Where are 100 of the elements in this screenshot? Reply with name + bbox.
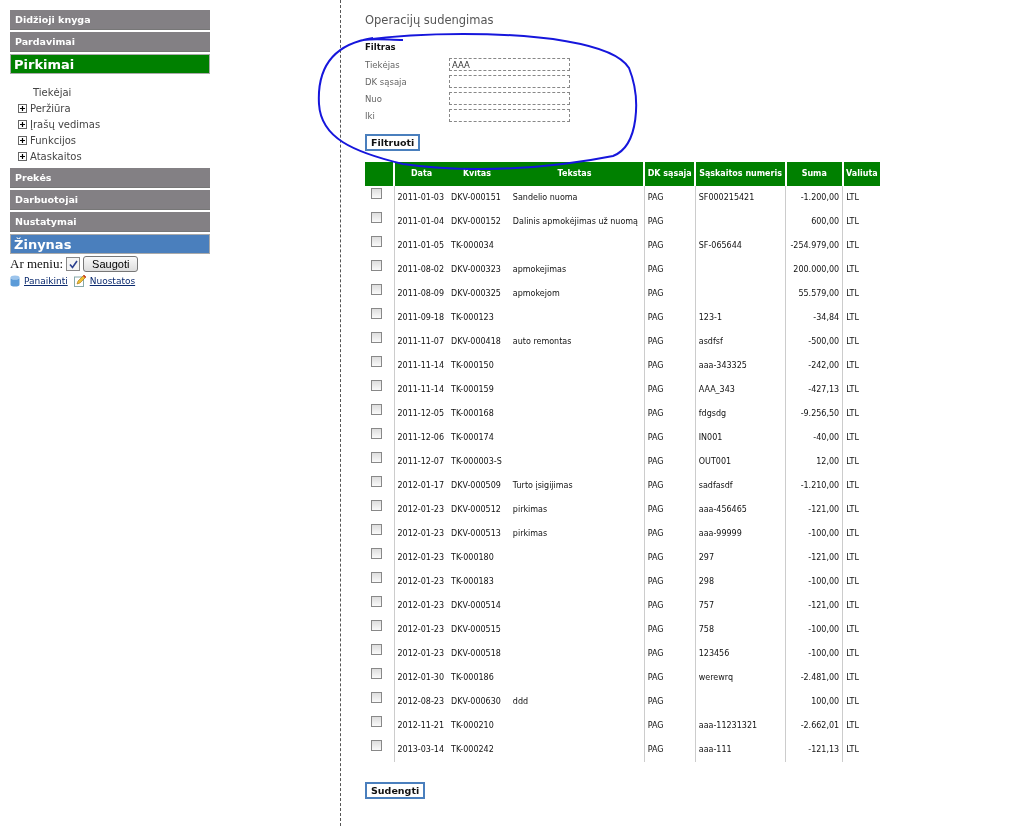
table-cell: LTL bbox=[846, 745, 859, 754]
field-label: Nuo bbox=[365, 93, 383, 104]
row-checkbox[interactable] bbox=[371, 644, 382, 655]
table-cell: 2011-12-07 bbox=[397, 457, 444, 466]
table-cell: PAG bbox=[647, 529, 664, 538]
table-cell: -121,00 bbox=[808, 553, 840, 562]
table-cell: 2012-01-23 bbox=[397, 649, 444, 658]
table-cell: LTL bbox=[846, 241, 859, 250]
table-cell: asdfsf bbox=[698, 337, 723, 346]
table-cell: DKV-000512 bbox=[451, 505, 501, 514]
row-checkbox[interactable] bbox=[371, 356, 382, 367]
merge-button[interactable]: Sudengti bbox=[365, 782, 426, 799]
table-cell: apmokejimas bbox=[512, 265, 567, 274]
row-checkbox[interactable] bbox=[371, 380, 382, 391]
table-cell: PAG bbox=[647, 313, 664, 322]
table-cell: LTL bbox=[846, 457, 859, 466]
table-cell: LTL bbox=[846, 217, 859, 226]
filter-title: Filtras bbox=[365, 42, 397, 52]
table-cell: ddd bbox=[512, 697, 529, 706]
table-cell: -1.200,00 bbox=[800, 193, 840, 202]
table-cell: TK-000180 bbox=[451, 553, 494, 562]
menu-item[interactable]: Žinynas bbox=[10, 234, 210, 254]
link[interactable]: Panaikinti bbox=[24, 276, 68, 286]
menu-item[interactable]: Nustatymai bbox=[10, 212, 210, 232]
table-cell: PAG bbox=[647, 241, 664, 250]
submenu-item[interactable]: Tiekėjai bbox=[33, 86, 72, 98]
filter-button[interactable]: Filtruoti bbox=[365, 134, 421, 151]
row-checkbox[interactable] bbox=[371, 452, 382, 463]
row-checkbox[interactable] bbox=[371, 404, 382, 415]
menu-item[interactable]: Pardavimai bbox=[10, 32, 210, 52]
menu-checkbox[interactable] bbox=[66, 257, 81, 271]
table-cell: 2013-03-14 bbox=[397, 745, 444, 754]
table-cell: PAG bbox=[647, 289, 664, 298]
row-checkbox[interactable] bbox=[371, 476, 382, 487]
row-checkbox[interactable] bbox=[371, 308, 382, 319]
table-cell: PAG bbox=[647, 649, 664, 658]
table-cell: LTL bbox=[846, 433, 859, 442]
row-checkbox[interactable] bbox=[371, 548, 382, 559]
row-checkbox[interactable] bbox=[371, 332, 382, 343]
submenu-item[interactable]: Funkcijos bbox=[30, 134, 77, 146]
row-checkbox[interactable] bbox=[371, 668, 382, 679]
save-button[interactable]: Saugoti bbox=[83, 256, 139, 272]
menu-item[interactable]: Pirkimai bbox=[10, 54, 210, 74]
submenu-item[interactable]: Ataskaitos bbox=[30, 150, 82, 162]
row-checkbox[interactable] bbox=[371, 620, 382, 631]
menu-item[interactable]: Darbuotojai bbox=[10, 190, 210, 210]
row-checkbox[interactable] bbox=[371, 572, 382, 583]
table-cell: 12,00 bbox=[816, 457, 840, 466]
input-field[interactable] bbox=[449, 109, 570, 122]
table-cell: 2012-01-23 bbox=[397, 625, 444, 634]
submenu-item[interactable]: Įrašų vedimas bbox=[30, 118, 101, 130]
table-cell: LTL bbox=[846, 193, 859, 202]
table-cell: sadfasdf bbox=[698, 481, 733, 490]
column-header: Sąskaitos numeris bbox=[695, 162, 786, 186]
table-cell: LTL bbox=[846, 673, 859, 682]
table-cell: DKV-000323 bbox=[451, 265, 501, 274]
table-cell: apmokejom bbox=[512, 289, 560, 298]
table-cell: 297 bbox=[698, 553, 715, 562]
table-cell: 2012-01-23 bbox=[397, 577, 444, 586]
menu-item[interactable]: Didžioji knyga bbox=[10, 10, 210, 30]
table-cell: -500,00 bbox=[808, 337, 840, 346]
table-cell: fdgsdg bbox=[698, 409, 727, 418]
link[interactable]: Nuostatos bbox=[89, 276, 136, 286]
table-cell: AAA_343 bbox=[698, 385, 735, 394]
table-cell: PAG bbox=[647, 577, 664, 586]
input-field[interactable] bbox=[449, 75, 570, 88]
row-checkbox[interactable] bbox=[371, 716, 382, 727]
table-cell: 2011-11-07 bbox=[397, 337, 444, 346]
row-checkbox[interactable] bbox=[371, 596, 382, 607]
table-cell: pirkimas bbox=[512, 505, 548, 514]
table-cell: OUT001 bbox=[698, 457, 732, 466]
table-cell: PAG bbox=[647, 601, 664, 610]
row-checkbox[interactable] bbox=[371, 500, 382, 511]
row-checkbox[interactable] bbox=[371, 524, 382, 535]
table-cell: Turto įsigijimas bbox=[512, 481, 573, 490]
table-cell: DKV-000325 bbox=[451, 289, 501, 298]
table-cell: PAG bbox=[647, 625, 664, 634]
table-cell: 200.000,00 bbox=[793, 265, 840, 274]
input-field[interactable] bbox=[449, 92, 570, 105]
column-header: Kvitas bbox=[448, 162, 506, 186]
table-cell: 2012-01-23 bbox=[397, 601, 444, 610]
table-cell: -100,00 bbox=[808, 649, 840, 658]
checkmark-icon bbox=[68, 259, 78, 269]
menu-item[interactable]: Prekės bbox=[10, 168, 210, 188]
row-checkbox[interactable] bbox=[371, 284, 382, 295]
table-cell: aaa-111 bbox=[698, 745, 732, 754]
table-cell: PAG bbox=[647, 481, 664, 490]
table-cell: DKV-000418 bbox=[451, 337, 501, 346]
row-checkbox[interactable] bbox=[371, 740, 382, 751]
row-checkbox[interactable] bbox=[371, 692, 382, 703]
row-checkbox[interactable] bbox=[371, 188, 382, 199]
row-checkbox[interactable] bbox=[371, 428, 382, 439]
submenu-item[interactable]: Peržiūra bbox=[30, 102, 71, 114]
row-checkbox[interactable] bbox=[371, 260, 382, 271]
input-field[interactable]: AAA bbox=[449, 58, 570, 71]
row-checkbox[interactable] bbox=[371, 236, 382, 247]
table-cell: -2.662,01 bbox=[800, 721, 840, 730]
table-cell: PAG bbox=[647, 721, 664, 730]
row-checkbox[interactable] bbox=[371, 212, 382, 223]
table-cell: PAG bbox=[647, 337, 664, 346]
